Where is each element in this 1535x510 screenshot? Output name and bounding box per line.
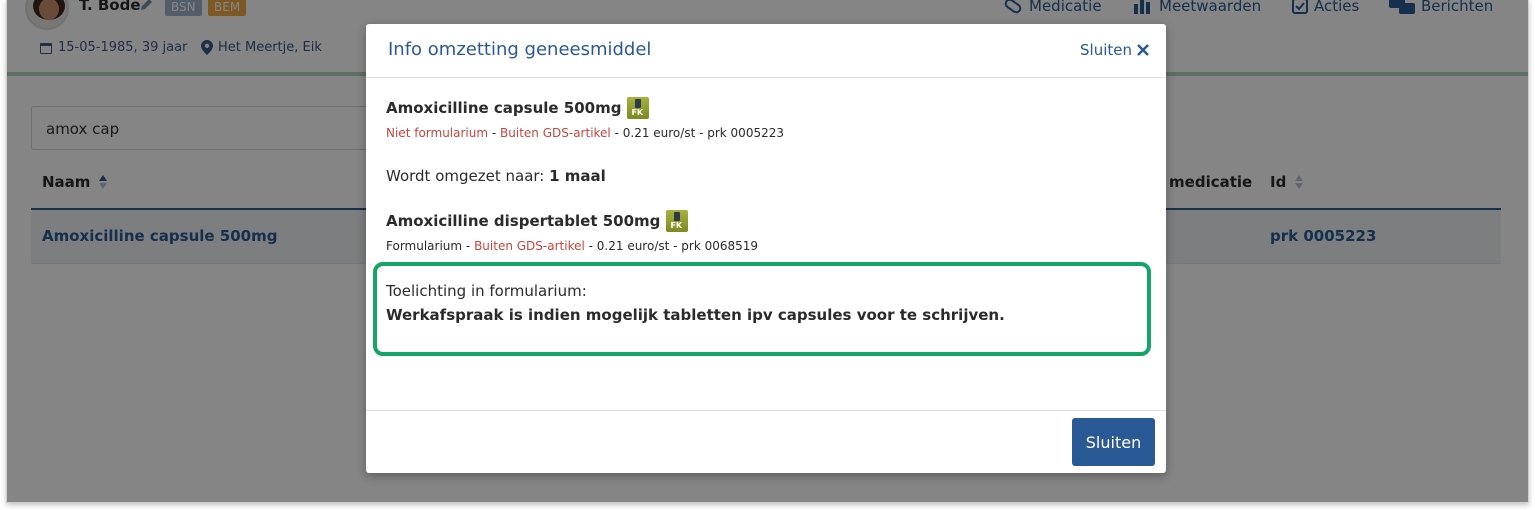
note-label: Toelichting in formularium: (386, 282, 587, 300)
conversion-value: 1 maal (549, 167, 606, 185)
fk-icon[interactable]: FK (666, 210, 689, 232)
conversion-line: Wordt omgezet naar: 1 maal (386, 167, 606, 185)
modal-header: Info omzetting geneesmiddel Sluiten (366, 24, 1166, 78)
app-window: T. Bode BSN BEM 15-05-1985, 39 jaar Het … (6, 0, 1529, 503)
close-icon (1137, 44, 1149, 56)
source-drug-label: Amoxicilline capsule 500mg (386, 99, 622, 117)
target-drug-name: Amoxicilline dispertablet 500mg FK (386, 210, 689, 232)
target-drug-label: Amoxicilline dispertablet 500mg (386, 212, 661, 230)
target-drug-meta: Formularium - Buiten GDS-artikel - 0.21 … (386, 239, 759, 253)
target-price: - 0.21 euro/st - prk 0068519 (588, 239, 759, 253)
source-status-formularium: Niet formularium (386, 126, 489, 140)
close-button[interactable]: Sluiten (1072, 418, 1155, 466)
conversion-info-modal: Info omzetting geneesmiddel Sluiten Amox… (366, 24, 1166, 473)
close-link-label: Sluiten (1080, 41, 1132, 59)
fk-icon[interactable]: FK (627, 97, 650, 119)
note-text: Werkafspraak is indien mogelijk tablette… (386, 306, 1005, 324)
formulary-note-box: Toelichting in formularium: Werkafspraak… (373, 262, 1151, 356)
source-drug-name: Amoxicilline capsule 500mg FK (386, 97, 650, 119)
source-status-gds: Buiten GDS-artikel (500, 126, 611, 140)
target-status-gds: Buiten GDS-artikel (474, 239, 585, 253)
target-status-formularium: Formularium (386, 239, 463, 253)
modal-footer-divider (366, 410, 1166, 411)
source-drug-meta: Niet formularium - Buiten GDS-artikel - … (386, 126, 784, 140)
close-link[interactable]: Sluiten (1080, 41, 1150, 59)
modal-title: Info omzetting geneesmiddel (388, 39, 652, 60)
source-price: - 0.21 euro/st - prk 0005223 (614, 126, 784, 140)
